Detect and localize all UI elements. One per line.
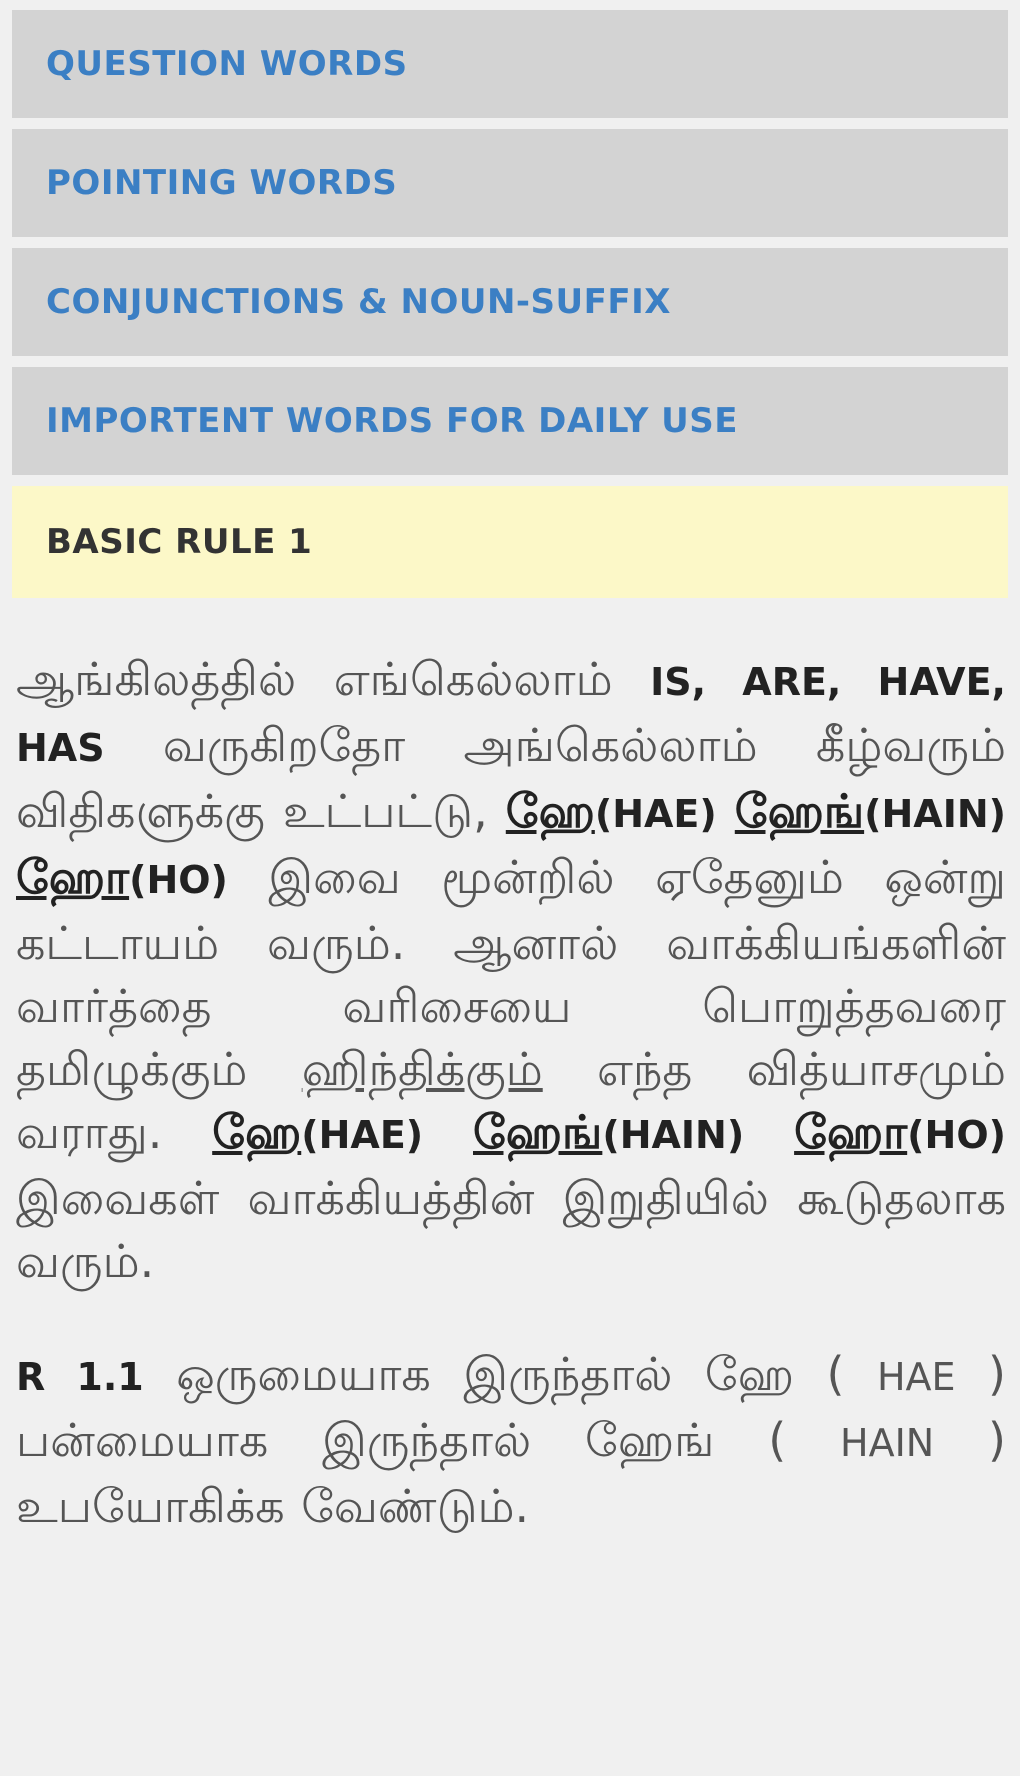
keyword-hae-latin: (HAE) <box>301 1113 424 1157</box>
keyword-hain: ஹேங் <box>473 1105 603 1159</box>
keyword-ho-latin: (HO) <box>907 1113 1007 1157</box>
menu-item-label: IMPORTENT WORDS FOR DAILY USE <box>46 401 738 441</box>
text-segment: ஒருமையாக இருந்தால் ஹே ( <box>143 1347 877 1401</box>
rules-accordion: QUESTION WORDS POINTING WORDS CONJUNCTIO… <box>6 10 1016 1538</box>
keyword-hain-latin: (HAIN) <box>602 1113 745 1157</box>
menu-item-label: CONJUNCTIONS & NOUN-SUFFIX <box>46 282 671 322</box>
text-segment: ஆங்கிலத்தில் எங்கெல்லாம் <box>16 652 651 706</box>
keyword-ho: ஹோ <box>16 850 130 904</box>
rule-1-1-paragraph: R 1.1 ஒருமையாக இருந்தால் ஹே ( HAE ) பன்ம… <box>16 1343 1006 1538</box>
menu-item-basic-rule-1[interactable]: BASIC RULE 1 <box>12 486 1008 598</box>
menu-item-pointing-words[interactable]: POINTING WORDS <box>12 129 1008 237</box>
keyword-ho-latin: (HO) <box>129 858 228 902</box>
menu-item-important-words[interactable]: IMPORTENT WORDS FOR DAILY USE <box>12 367 1008 475</box>
keyword-hain-latin: (HAIN) <box>864 792 1007 836</box>
text-segment: இவைகள் வாக்கியத்தின் இறுதியில் கூடுதலாக … <box>16 1171 1006 1288</box>
latin-hae: HAE <box>876 1355 956 1399</box>
rule-paragraph: ஆங்கிலத்தில் எங்கெல்லாம் IS, ARE, HAVE, … <box>16 648 1006 1293</box>
menu-item-conjunctions[interactable]: CONJUNCTIONS & NOUN-SUFFIX <box>12 248 1008 356</box>
menu-item-label: QUESTION WORDS <box>46 44 408 84</box>
active-menu-item-label: BASIC RULE 1 <box>46 522 313 562</box>
menu-item-label: POINTING WORDS <box>46 163 398 203</box>
rule-number: R 1.1 <box>16 1355 144 1399</box>
latin-hain: HAIN <box>840 1421 935 1465</box>
keyword-hae-latin: (HAE) <box>594 792 717 836</box>
menu-item-question-words[interactable]: QUESTION WORDS <box>12 10 1008 118</box>
keyword-hae: ஹே <box>505 784 595 838</box>
keyword-hain: ஹேங் <box>734 784 865 838</box>
keyword-ho: ஹோ <box>794 1105 908 1159</box>
page: QUESTION WORDS POINTING WORDS CONJUNCTIO… <box>0 0 1020 1776</box>
rule-content: ஆங்கிலத்தில் எங்கெல்லாம் IS, ARE, HAVE, … <box>6 598 1016 1538</box>
hindi-word: ஹிந்திக்கும் <box>301 1042 543 1096</box>
keyword-hae: ஹே <box>212 1105 302 1159</box>
